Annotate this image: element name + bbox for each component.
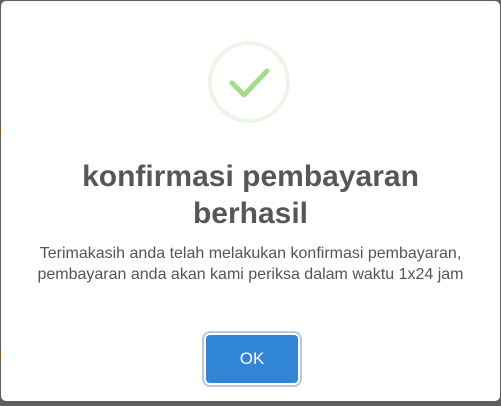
ok-button[interactable]: OK — [206, 335, 298, 383]
dialog-message: Terimakasih anda telah melakukan konfirm… — [37, 245, 464, 283]
check-mark-icon — [229, 68, 270, 98]
success-dialog: konfirmasi pembayaran berhasil Terimakas… — [1, 1, 500, 401]
dialog-title: konfirmasi pembayaran berhasil — [82, 160, 419, 230]
success-check-icon — [208, 41, 290, 123]
